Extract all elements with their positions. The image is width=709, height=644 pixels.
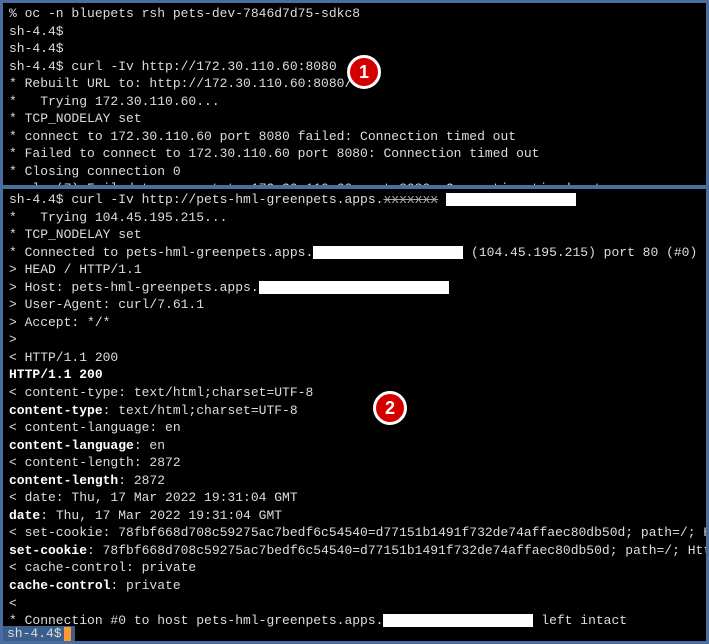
terminal-line: * Failed to connect to 172.30.110.60 por…	[9, 145, 700, 163]
terminal-line: * connect to 172.30.110.60 port 8080 fai…	[9, 128, 700, 146]
terminal-line: < HTTP/1.1 200	[9, 349, 700, 367]
terminal-line: < set-cookie: 78fbf668d708c59275ac7bedf6…	[9, 524, 700, 542]
terminal-line: * Connected to pets-hml-greenpets.apps. …	[9, 244, 700, 262]
terminal-pane-2[interactable]: sh-4.4$ curl -Iv http://pets-hml-greenpe…	[3, 189, 706, 637]
terminal-line: > HEAD / HTTP/1.1	[9, 261, 700, 279]
terminal-line: < content-length: 2872	[9, 454, 700, 472]
annotation-badge-2: 2	[373, 391, 407, 425]
terminal-line: < date: Thu, 17 Mar 2022 19:31:04 GMT	[9, 489, 700, 507]
terminal-line: < content-language: en	[9, 419, 700, 437]
terminal-line: sh-4.4$	[9, 23, 700, 41]
cursor	[64, 627, 71, 641]
annotation-badge-1: 1	[347, 55, 381, 89]
terminal-line: date: Thu, 17 Mar 2022 19:31:04 GMT	[9, 507, 700, 525]
terminal-line: content-language: en	[9, 437, 700, 455]
terminal-line: content-length: 2872	[9, 472, 700, 490]
terminal-line: * Trying 172.30.110.60...	[9, 93, 700, 111]
status-bar: sh-4.4$	[3, 626, 75, 641]
terminal-line: set-cookie: 78fbf668d708c59275ac7bedf6c5…	[9, 542, 700, 560]
terminal-line: <	[9, 595, 700, 613]
terminal-line: * Connection #0 to host pets-hml-greenpe…	[9, 612, 700, 630]
terminal-line: content-type: text/html;charset=UTF-8	[9, 402, 700, 420]
terminal-line: * TCP_NODELAY set	[9, 226, 700, 244]
terminal-line: * Trying 104.45.195.215...	[9, 209, 700, 227]
terminal-line: sh-4.4$ curl -Iv http://pets-hml-greenpe…	[9, 191, 700, 209]
terminal-line: % oc -n bluepets rsh pets-dev-7846d7d75-…	[9, 5, 700, 23]
terminal-line: curl: (7) Failed to connect to 172.30.11…	[9, 180, 700, 189]
terminal-line: * TCP_NODELAY set	[9, 110, 700, 128]
prompt: sh-4.4$	[7, 626, 62, 641]
terminal-window: 1 2 % oc -n bluepets rsh pets-dev-7846d7…	[0, 0, 709, 644]
terminal-line: sh-4.4$	[9, 40, 700, 58]
terminal-line: < content-type: text/html;charset=UTF-8	[9, 384, 700, 402]
terminal-line: > Host: pets-hml-greenpets.apps.	[9, 279, 700, 297]
terminal-line: > Accept: */*	[9, 314, 700, 332]
terminal-line: HTTP/1.1 200	[9, 366, 700, 384]
terminal-line: < cache-control: private	[9, 559, 700, 577]
terminal-line: > User-Agent: curl/7.61.1	[9, 296, 700, 314]
terminal-line: cache-control: private	[9, 577, 700, 595]
terminal-pane-1[interactable]: % oc -n bluepets rsh pets-dev-7846d7d75-…	[3, 3, 706, 189]
terminal-line: * Closing connection 0	[9, 163, 700, 181]
terminal-line: >	[9, 331, 700, 349]
